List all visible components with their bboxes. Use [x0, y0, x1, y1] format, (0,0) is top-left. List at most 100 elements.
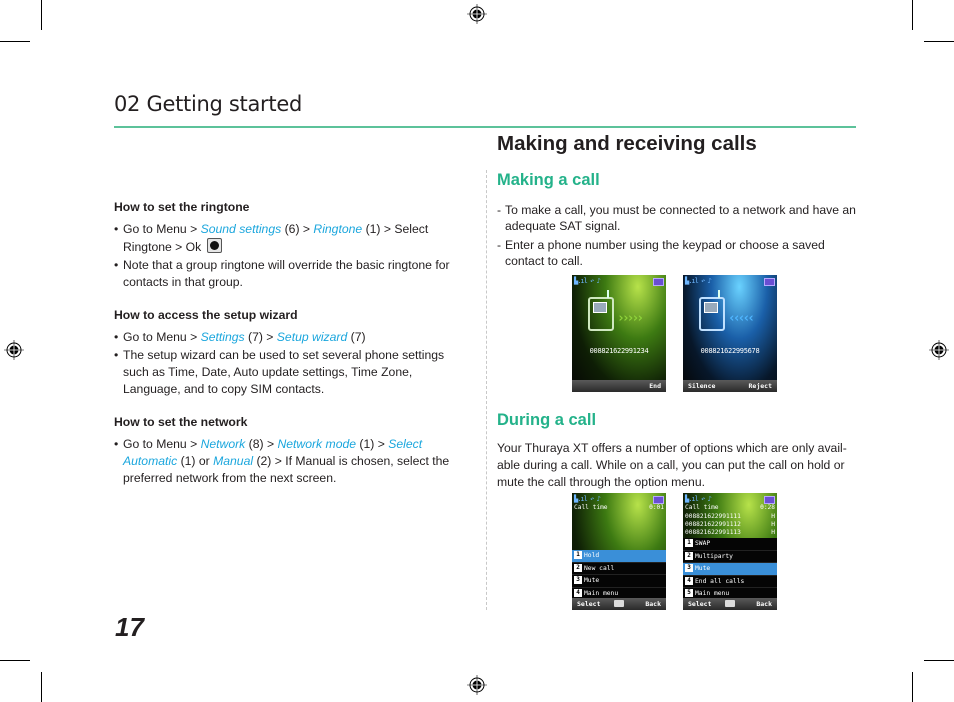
bullet-item: Go to Menu > Sound settings (6) > Ringto… [114, 221, 464, 256]
registration-mark-icon [467, 675, 487, 695]
menu-number: 2 [574, 563, 582, 572]
menu-link-ringtone: Ringtone [313, 222, 363, 236]
phone-handset-icon [588, 290, 614, 331]
active-calls-list: 008821622991111 H 008821622991112 H 008821… [685, 513, 775, 537]
menu-item-end-all-calls[interactable]: 4 End all calls [683, 575, 777, 588]
column-divider [486, 170, 487, 610]
during-call-paragraph: Your Thuraya XT offers a number of optio… [497, 441, 847, 489]
list-item: To make a call, you must be connected to… [497, 202, 857, 234]
bullet-item: Note that a group ringtone will override… [114, 257, 464, 291]
text: (7) > [244, 330, 277, 344]
registration-mark-icon [4, 340, 24, 360]
menu-number: 2 [685, 551, 693, 560]
soft-key-select[interactable]: Select [577, 598, 600, 610]
menu-link-network-mode: Network mode [277, 437, 357, 451]
text: Go to Menu > [123, 437, 201, 451]
crop-mark [0, 660, 30, 661]
dialed-number: 008821622991234 [589, 347, 649, 355]
soft-key-bar: Select Back [683, 598, 777, 610]
call-line: 008821622991113 H [685, 529, 775, 537]
bullet-item: Go to Menu > Settings (7) > Setup wizard… [114, 329, 464, 346]
section-title: Making and receiving calls [497, 132, 757, 155]
text: (8) > [245, 437, 278, 451]
crop-mark [912, 0, 913, 30]
status-bar: ▙.ıl ↶ ♪ [685, 277, 775, 286]
soft-key-silence[interactable]: Silence [688, 380, 715, 392]
call-time-label: Call time [574, 504, 608, 511]
status-bar: ▙.ıl ↶ ♪ [685, 495, 775, 504]
soft-key-bar: Select Back [572, 598, 666, 610]
signal-icon: ▙.ıl ↶ ♪ [685, 495, 712, 503]
soft-key-end[interactable]: End [649, 380, 661, 392]
soft-key-bar: Silence Reject [683, 380, 777, 392]
menu-item-multiparty[interactable]: 2 Multiparty [683, 550, 777, 563]
call-number: 008821622991112 [685, 521, 741, 528]
soft-key-back[interactable]: Back [645, 598, 661, 610]
heading-making-a-call: Making a call [497, 171, 600, 189]
phone-screen-incoming-call: ▙.ıl ↶ ♪ ‹‹‹‹‹ 008821622995678 Silence R… [683, 275, 777, 392]
call-time-row: Call time 0:01 [574, 504, 664, 511]
call-state: H [771, 513, 775, 520]
phone-screen-outgoing-call: ▙.ıl ↶ ♪ ››››› 008821622991234 End [572, 275, 666, 392]
list-item: Enter a phone number using the keypad or… [497, 237, 857, 269]
ok-key-icon[interactable] [725, 600, 735, 607]
soft-key-back[interactable]: Back [756, 598, 772, 610]
ok-key-icon [206, 238, 222, 253]
menu-item-new-call[interactable]: 2 New call [572, 562, 666, 575]
menu-item-mute[interactable]: 3 Mute [572, 575, 666, 588]
phone-screen-in-call-options: ▙.ıl ↶ ♪ Call time 0:01 1 Hold 2 New call … [572, 493, 666, 610]
call-line: 008821622991111 H [685, 513, 775, 521]
caller-number: 008821622995678 [700, 347, 760, 355]
section-ringtone: How to set the ringtone Go to Menu > Sou… [114, 199, 464, 291]
soft-key-reject[interactable]: Reject [749, 380, 772, 392]
menu-number: 3 [685, 564, 693, 572]
sub-heading: How to access the setup wizard [114, 308, 298, 322]
battery-icon [653, 496, 664, 504]
crop-mark [0, 41, 30, 42]
section-network: How to set the network Go to Menu > Netw… [114, 414, 464, 487]
menu-label: End all calls [695, 577, 745, 585]
menu-link-setup-wizard: Setup wizard [276, 330, 348, 344]
soft-key-select[interactable]: Select [688, 598, 711, 610]
menu-item-mute[interactable]: 3 Mute [683, 563, 777, 576]
call-time-row: Call time 0:28 [685, 504, 775, 511]
menu-label: New call [584, 564, 615, 572]
battery-icon [653, 278, 664, 286]
crop-mark [924, 41, 954, 42]
sub-heading: How to set the ringtone [114, 200, 250, 214]
outgoing-arrows-icon: ››››› [617, 311, 644, 326]
crop-mark [41, 672, 42, 702]
menu-label: Multiparty [695, 552, 733, 560]
phone-screen-multiparty-options: ▙.ıl ↶ ♪ Call time 0:28 008821622991111 H… [683, 493, 777, 610]
ok-key-icon[interactable] [614, 600, 624, 607]
text: (7) [347, 330, 366, 344]
soft-key-bar: End [572, 380, 666, 392]
menu-label: Mute [695, 565, 711, 572]
making-call-list: To make a call, you must be connected to… [497, 202, 857, 272]
call-line: 008821622991112 H [685, 521, 775, 529]
registration-mark-icon [929, 340, 949, 360]
menu-label: Mute [584, 577, 600, 584]
battery-icon [764, 496, 775, 504]
call-state: H [771, 521, 775, 528]
incoming-arrows-icon: ‹‹‹‹‹ [728, 311, 755, 326]
registration-mark-icon [467, 4, 487, 24]
menu-item-hold[interactable]: 1 Hold [572, 550, 666, 563]
status-bar: ▙.ıl ↶ ♪ [574, 495, 664, 504]
menu-number: 1 [685, 539, 693, 547]
signal-icon: ▙.ıl ↶ ♪ [685, 277, 712, 285]
call-time-value: 0:28 [760, 504, 775, 511]
menu-item-swap[interactable]: 1 SWAP [683, 538, 777, 551]
menu-link-manual: Manual [213, 454, 254, 468]
menu-label: Main menu [584, 589, 619, 597]
menu-number: 4 [574, 588, 582, 597]
call-number: 008821622991111 [685, 513, 741, 520]
signal-icon: ▙.ıl ↶ ♪ [574, 277, 601, 285]
text: Go to Menu > [123, 222, 201, 236]
menu-number: 4 [685, 576, 693, 585]
chapter-rule [114, 126, 856, 128]
menu-link-sound-settings: Sound settings [200, 222, 282, 236]
text: (6) > [281, 222, 314, 236]
options-menu: 1 Hold 2 New call 3 Mute 4 Main menu [572, 550, 666, 600]
menu-number: 3 [574, 576, 582, 584]
